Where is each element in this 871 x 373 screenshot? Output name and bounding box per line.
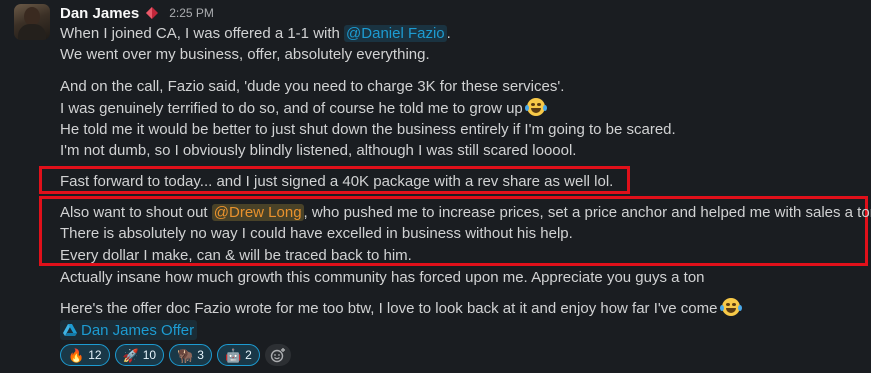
message-line: Every dollar I make, can & will be trace…	[60, 247, 412, 264]
timestamp[interactable]: 2:25 PM	[169, 6, 214, 20]
joy-emoji-icon	[719, 298, 742, 316]
message-line: Actually insane how much growth this com…	[60, 269, 705, 286]
message-line: There is absolutely no way I could have …	[60, 225, 573, 242]
reaction-bison[interactable]: 🦬 3	[169, 344, 212, 366]
message-line: And on the call, Fazio said, 'dude you n…	[60, 78, 565, 95]
message-line: He told me it would be better to just sh…	[60, 121, 676, 138]
mention-daniel-fazio[interactable]: @Daniel Fazio	[344, 25, 447, 42]
robot-icon: 🤖	[224, 347, 242, 363]
message-line: I was genuinely terrified to do so, and …	[60, 98, 547, 119]
profile-badge-icon	[146, 7, 159, 19]
message-line: Also want to shout out @Drew Long, who p…	[60, 204, 871, 221]
add-reaction-button[interactable]	[264, 344, 291, 366]
reaction-count: 3	[197, 348, 204, 362]
author-name[interactable]: Dan James	[60, 5, 139, 22]
fire-icon: 🔥	[68, 347, 85, 363]
reaction-count: 2	[245, 348, 252, 362]
message-line: We went over my business, offer, absolut…	[60, 46, 430, 63]
reaction-count: 12	[88, 348, 102, 362]
reaction-robot[interactable]: 🤖 2	[216, 344, 260, 366]
joy-emoji-icon	[524, 98, 547, 116]
avatar[interactable]	[14, 4, 50, 40]
reaction-rocket[interactable]: 🚀 10	[114, 344, 165, 366]
reaction-fire[interactable]: 🔥 12	[60, 344, 110, 366]
doc-attachment-link[interactable]: Dan James Offer	[60, 320, 198, 340]
message-header: Dan James 2:25 PM	[60, 3, 214, 23]
reactions-bar: 🔥 12 🚀 10 🦬 3 🤖 2	[60, 344, 291, 366]
reaction-count: 10	[142, 348, 157, 362]
mention-drew-long[interactable]: @Drew Long	[211, 204, 304, 221]
doc-attachment-label: Dan James Offer	[81, 321, 195, 339]
message-line: Here's the offer doc Fazio wrote for me …	[60, 298, 742, 319]
message-line: When I joined CA, I was offered a 1-1 wi…	[60, 25, 451, 42]
message-line: I'm not dumb, so I obviously blindly lis…	[60, 142, 577, 159]
message-line: Fast forward to today... and I just sign…	[60, 173, 614, 190]
bison-icon: 🦬	[177, 347, 194, 363]
rocket-icon: 🚀	[122, 347, 139, 363]
google-drive-icon	[63, 323, 77, 336]
add-emoji-icon	[270, 348, 285, 363]
